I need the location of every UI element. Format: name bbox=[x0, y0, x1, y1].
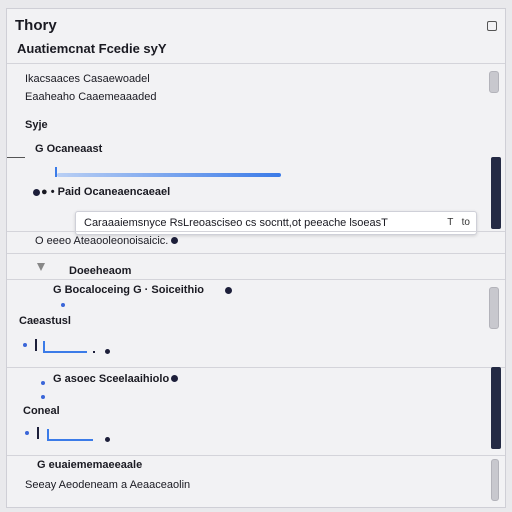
dropdown-label[interactable]: ● • Paid Ocaneaencaeael bbox=[41, 186, 170, 198]
section-heading-bottom: G euaiememaeeaale bbox=[37, 459, 143, 471]
blue-marker bbox=[41, 381, 45, 385]
section-heading-doeeheaom: Doeeheaom bbox=[69, 265, 132, 277]
input-field-2[interactable] bbox=[47, 429, 93, 441]
blue-marker bbox=[61, 303, 65, 307]
option-row-3[interactable]: G asoec Sceelaaihiolo bbox=[53, 373, 169, 385]
scrollbar-thumb-bottom[interactable] bbox=[491, 459, 499, 501]
info-icon-3[interactable] bbox=[171, 375, 178, 382]
divider bbox=[7, 63, 505, 64]
tooltip-text: Caraaaiemsnyce RsLreoasciseo cs socntt,o… bbox=[84, 217, 388, 229]
section-heading-syje: Syje bbox=[25, 119, 48, 131]
window-title: Thory bbox=[15, 17, 57, 34]
maximize-icon[interactable] bbox=[487, 21, 497, 31]
input-field-1[interactable] bbox=[43, 341, 87, 353]
scrollbar-thumb-top[interactable] bbox=[489, 71, 499, 93]
blue-marker bbox=[23, 343, 27, 347]
info-icon[interactable] bbox=[171, 237, 178, 244]
divider bbox=[7, 279, 505, 280]
option-row-2[interactable]: G Bocaloceing G · Soiceithio bbox=[53, 284, 204, 296]
info-icon-2[interactable] bbox=[225, 287, 232, 294]
tick-mark bbox=[93, 351, 95, 353]
window-subtitle: Auatiemcnat Fcedie syY bbox=[17, 41, 167, 56]
divider bbox=[7, 253, 505, 254]
info-line-2: Eaaheaho Caaemeaaaded bbox=[25, 91, 157, 103]
option-row[interactable]: O eeeo Ateaooleonoisaicic. bbox=[35, 235, 168, 247]
sidebar-panel-bottom bbox=[491, 367, 501, 449]
sidebar-panel-top bbox=[491, 157, 501, 229]
bullet-icon bbox=[105, 349, 110, 354]
info-line-1: Ikacsaaces Casaewoadel bbox=[25, 73, 150, 85]
tooltip-shortcut: T to bbox=[447, 217, 470, 228]
bullet-icon bbox=[33, 189, 40, 196]
divider bbox=[7, 231, 505, 232]
group-label: G Ocaneaast bbox=[35, 143, 103, 155]
bullet-icon bbox=[105, 437, 110, 442]
app-window: Thory Auatiemcnat Fcedie syY Ikacsaaces … bbox=[6, 8, 506, 508]
text-cursor-icon bbox=[37, 427, 39, 439]
volume-slider[interactable] bbox=[57, 173, 281, 177]
tree-indent-marker bbox=[7, 157, 25, 158]
text-cursor-icon bbox=[35, 339, 37, 351]
expand-triangle-icon[interactable] bbox=[37, 263, 45, 271]
divider bbox=[7, 367, 505, 368]
scrollbar-thumb-middle[interactable] bbox=[489, 287, 499, 329]
blue-marker bbox=[41, 395, 45, 399]
divider bbox=[7, 455, 505, 456]
section-heading-coneal: Coneal bbox=[23, 405, 60, 417]
blue-marker bbox=[25, 431, 29, 435]
footer-line: Seeay Aeodeneam a Aeaaceaolin bbox=[25, 479, 191, 491]
section-heading-caeastusl: Caeastusl bbox=[19, 315, 71, 327]
